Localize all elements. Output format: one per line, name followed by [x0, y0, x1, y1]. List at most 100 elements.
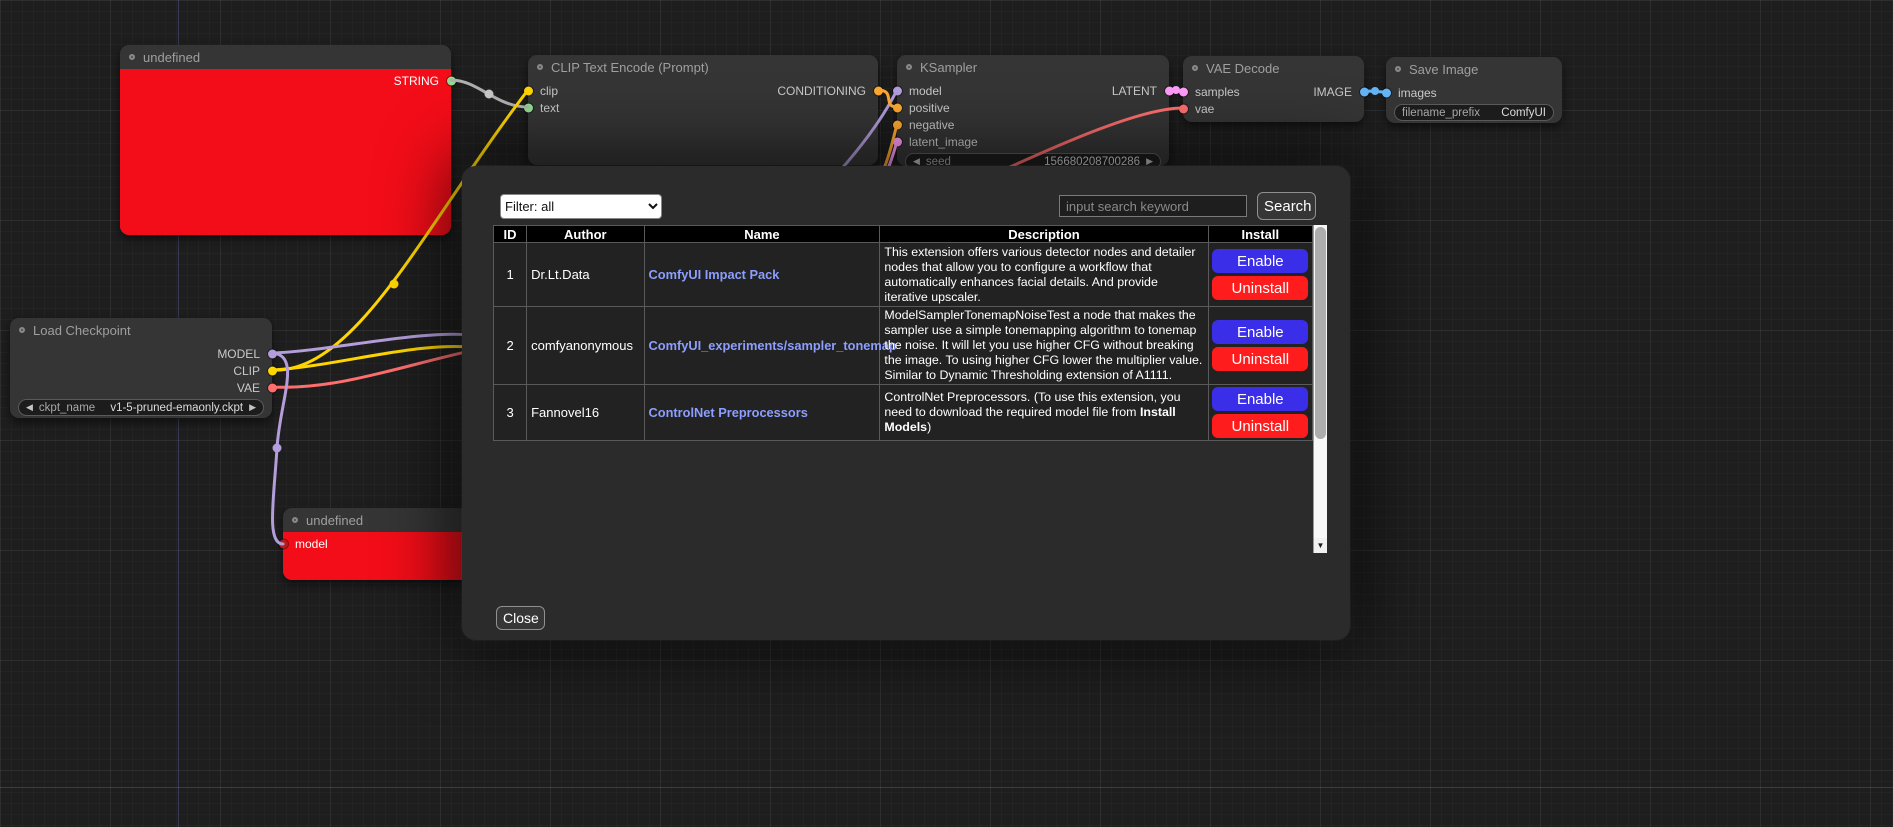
- cell-description: ModelSamplerTonemapNoiseTest a node that…: [880, 307, 1208, 385]
- output-slot-string: STRING: [120, 72, 451, 89]
- node-load-checkpoint[interactable]: Load Checkpoint MODEL CLIP VAE ◀ ckpt_na…: [10, 318, 272, 418]
- node-collapse-dot-icon[interactable]: [1192, 65, 1198, 71]
- description-text: ControlNet Preprocessors. (To use this e…: [884, 390, 1180, 419]
- node-collapse-dot-icon[interactable]: [906, 64, 912, 70]
- node-collapse-dot-icon[interactable]: [129, 54, 135, 60]
- uninstall-button[interactable]: Uninstall: [1212, 347, 1308, 371]
- node-title: Save Image: [1409, 62, 1478, 77]
- clip-slot-dot[interactable]: [268, 366, 277, 375]
- output-slot-image: IMAGE: [1278, 83, 1364, 100]
- node-collapse-dot-icon[interactable]: [19, 327, 25, 333]
- slot-label: vae: [1195, 102, 1214, 116]
- filter-select[interactable]: Filter: all: [500, 194, 662, 219]
- extension-name-link[interactable]: ControlNet Preprocessors: [649, 405, 808, 420]
- slot-label: clip: [540, 84, 558, 98]
- vae-slot-dot[interactable]: [1179, 104, 1188, 113]
- header-id: ID: [494, 226, 527, 243]
- image-slot-dot[interactable]: [1360, 87, 1369, 96]
- node-vae-decode[interactable]: VAE Decode samples vae IMAGE: [1183, 56, 1364, 122]
- node-title: undefined: [306, 513, 363, 528]
- node-titlebar[interactable]: Load Checkpoint: [10, 318, 272, 342]
- input-slot-negative: negative: [897, 116, 1039, 133]
- node-collapse-dot-icon[interactable]: [1395, 66, 1401, 72]
- widget-increment-icon[interactable]: ▶: [1146, 157, 1153, 166]
- slot-label: model: [295, 537, 328, 551]
- positive-slot-dot[interactable]: [893, 103, 902, 112]
- description-text: This extension offers various detector n…: [884, 245, 1195, 304]
- node-primitive-undefined[interactable]: undefined STRING: [120, 45, 451, 235]
- samples-slot-dot[interactable]: [1179, 87, 1188, 96]
- table-row: 3 Fannovel16 ControlNet Preprocessors Co…: [494, 385, 1313, 441]
- output-slot-conditioning: CONDITIONING: [711, 82, 878, 99]
- ckpt-name-widget[interactable]: ◀ ckpt_name v1-5-pruned-emaonly.ckpt ▶: [18, 399, 264, 416]
- uninstall-button[interactable]: Uninstall: [1212, 276, 1308, 300]
- widget-label: ckpt_name: [39, 402, 95, 414]
- slot-label: LATENT: [1112, 84, 1157, 98]
- enable-button[interactable]: Enable: [1212, 387, 1308, 411]
- widget-decrement-icon[interactable]: ◀: [26, 403, 33, 412]
- node-titlebar[interactable]: CLIP Text Encode (Prompt): [528, 55, 878, 79]
- output-slot-model: MODEL: [10, 345, 272, 362]
- table-scrollbar[interactable]: ▼: [1313, 225, 1327, 553]
- output-slot-vae: VAE: [10, 379, 272, 396]
- conditioning-slot-dot[interactable]: [874, 86, 883, 95]
- widget-value: v1-5-pruned-emaonly.ckpt: [101, 402, 243, 414]
- node-clip-text-encode[interactable]: CLIP Text Encode (Prompt) clip text COND…: [528, 55, 878, 165]
- input-slot-model: model: [283, 535, 469, 552]
- node-body-error: model: [283, 532, 469, 580]
- slot-label: MODEL: [217, 347, 260, 361]
- node-undefined-bottom[interactable]: undefined model: [283, 508, 469, 580]
- header-install: Install: [1208, 226, 1312, 243]
- text-slot-dot[interactable]: [524, 103, 533, 112]
- model-slot-dot[interactable]: [279, 539, 288, 548]
- slot-label: negative: [909, 118, 954, 132]
- string-slot-dot[interactable]: [447, 76, 456, 85]
- enable-button[interactable]: Enable: [1212, 249, 1308, 273]
- node-titlebar[interactable]: undefined: [120, 45, 451, 69]
- input-slot-images: images: [1386, 84, 1562, 101]
- output-slot-latent: LATENT: [1039, 82, 1169, 99]
- node-titlebar[interactable]: Save Image: [1386, 57, 1562, 81]
- enable-button[interactable]: Enable: [1212, 320, 1308, 344]
- header-description: Description: [880, 226, 1208, 243]
- slot-label: latent_image: [909, 135, 978, 149]
- model-slot-dot[interactable]: [893, 86, 902, 95]
- extension-name-link[interactable]: ComfyUI Impact Pack: [649, 267, 780, 282]
- search-input[interactable]: [1059, 195, 1247, 217]
- node-titlebar[interactable]: KSampler: [897, 55, 1169, 79]
- model-slot-dot[interactable]: [268, 349, 277, 358]
- wire-string: [451, 80, 528, 107]
- vae-slot-dot[interactable]: [268, 383, 277, 392]
- scroll-down-icon[interactable]: ▼: [1314, 538, 1327, 553]
- extensions-table-area: ID Author Name Description Install 1 Dr.…: [493, 225, 1327, 553]
- node-titlebar[interactable]: VAE Decode: [1183, 56, 1364, 80]
- extension-name-link[interactable]: ComfyUI_experiments/sampler_tonemap: [649, 338, 897, 353]
- table-header-row: ID Author Name Description Install: [494, 226, 1313, 243]
- node-title: undefined: [143, 50, 200, 65]
- node-ksampler[interactable]: KSampler model positive negative la: [897, 55, 1169, 166]
- close-button[interactable]: Close: [496, 606, 545, 630]
- clip-slot-dot[interactable]: [524, 86, 533, 95]
- canvas-axis-horizontal: [0, 787, 1893, 788]
- cell-install: Enable Uninstall: [1208, 385, 1312, 441]
- slot-label: CONDITIONING: [777, 84, 866, 98]
- node-title: KSampler: [920, 60, 977, 75]
- node-save-image[interactable]: Save Image images filename_prefix ComfyU…: [1386, 57, 1562, 123]
- node-collapse-dot-icon[interactable]: [537, 64, 543, 70]
- filename-prefix-widget[interactable]: filename_prefix ComfyUI: [1394, 104, 1554, 121]
- node-collapse-dot-icon[interactable]: [292, 517, 298, 523]
- images-slot-dot[interactable]: [1382, 88, 1391, 97]
- latent-image-slot-dot[interactable]: [893, 137, 902, 146]
- search-button[interactable]: Search: [1257, 192, 1316, 220]
- node-titlebar[interactable]: undefined: [283, 508, 469, 532]
- wire-reroute-dot: [485, 90, 494, 99]
- widget-increment-icon[interactable]: ▶: [249, 403, 256, 412]
- input-slot-clip: clip: [528, 82, 711, 99]
- negative-slot-dot[interactable]: [893, 120, 902, 129]
- input-slot-samples: samples: [1183, 83, 1278, 100]
- uninstall-button[interactable]: Uninstall: [1212, 414, 1308, 438]
- extensions-table: ID Author Name Description Install 1 Dr.…: [493, 225, 1313, 441]
- latent-slot-dot[interactable]: [1165, 86, 1174, 95]
- scrollbar-thumb[interactable]: [1315, 227, 1326, 439]
- widget-decrement-icon[interactable]: ◀: [913, 157, 920, 166]
